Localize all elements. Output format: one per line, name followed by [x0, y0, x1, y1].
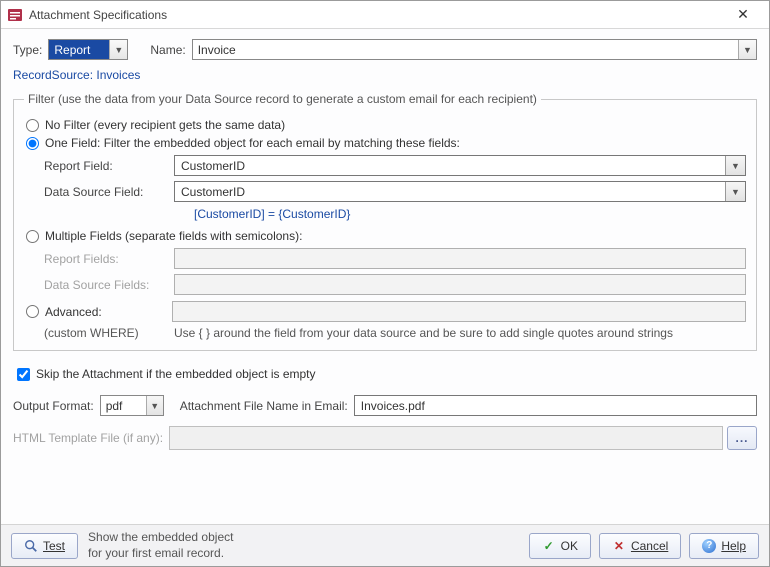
test-button[interactable]: Test: [11, 533, 78, 559]
radio-onefield-row: One Field: Filter the embedded object fo…: [24, 136, 746, 150]
type-label: Type:: [13, 43, 42, 57]
help-button[interactable]: ? Help: [689, 533, 759, 559]
chevron-down-icon[interactable]: ▼: [109, 40, 127, 59]
magnifier-icon: [24, 539, 38, 553]
filter-group: Filter (use the data from your Data Sour…: [13, 92, 757, 351]
footer-bar: Test Show the embedded object for your f…: [1, 524, 769, 566]
data-source-field-label: Data Source Field:: [44, 185, 174, 199]
app-icon: [7, 7, 23, 23]
html-template-input[interactable]: [169, 426, 723, 450]
data-source-fields-input[interactable]: [174, 274, 746, 295]
output-format-label: Output Format:: [13, 399, 94, 413]
recordsource-label: RecordSource: Invoices: [13, 68, 757, 82]
filename-label: Attachment File Name in Email:: [180, 399, 348, 413]
type-name-row: Type: Report ▼ Name: Invoice ▼: [13, 39, 757, 60]
cancel-button[interactable]: Cancel: [599, 533, 681, 559]
data-source-fields-label: Data Source Fields:: [44, 278, 174, 292]
html-template-label: HTML Template File (if any):: [13, 431, 163, 445]
radio-multiple-label: Multiple Fields (separate fields with se…: [45, 229, 302, 243]
radio-onefield-label: One Field: Filter the embedded object fo…: [45, 136, 460, 150]
report-field-label: Report Field:: [44, 159, 174, 173]
filename-input[interactable]: Invoices.pdf: [354, 395, 757, 416]
report-field-value: CustomerID: [175, 156, 725, 175]
filter-expression: [CustomerID] = {CustomerID}: [194, 207, 746, 221]
filter-legend: Filter (use the data from your Data Sour…: [24, 92, 541, 106]
help-icon: ?: [702, 539, 716, 553]
name-value: Invoice: [193, 40, 738, 59]
report-field-combo[interactable]: CustomerID ▼: [174, 155, 746, 176]
name-combo[interactable]: Invoice ▼: [192, 39, 757, 60]
data-source-field-value: CustomerID: [175, 182, 725, 201]
html-template-row: HTML Template File (if any): ...: [13, 426, 757, 450]
content-area: Type: Report ▼ Name: Invoice ▼ RecordSou…: [1, 29, 769, 524]
radio-nofilter-label: No Filter (every recipient gets the same…: [45, 118, 285, 132]
advanced-input[interactable]: [172, 301, 746, 322]
report-fields-input[interactable]: [174, 248, 746, 269]
window-title: Attachment Specifications: [29, 8, 723, 22]
skip-row: Skip the Attachment if the embedded obje…: [17, 367, 757, 381]
dialog-window: Attachment Specifications ✕ Type: Report…: [0, 0, 770, 567]
chevron-down-icon[interactable]: ▼: [725, 156, 745, 175]
type-value: Report: [49, 40, 109, 59]
type-combo[interactable]: Report ▼: [48, 39, 128, 60]
x-icon: [612, 539, 626, 553]
title-bar: Attachment Specifications ✕: [1, 1, 769, 29]
radio-onefield[interactable]: [26, 137, 39, 150]
cancel-label: Cancel: [631, 539, 668, 553]
ok-label: OK: [561, 539, 578, 553]
skip-label: Skip the Attachment if the embedded obje…: [36, 367, 316, 381]
test-hint: Show the embedded object for your first …: [88, 530, 233, 561]
radio-multiple-row: Multiple Fields (separate fields with se…: [24, 229, 746, 243]
report-fields-label: Report Fields:: [44, 252, 174, 266]
radio-advanced[interactable]: [26, 305, 39, 318]
radio-nofilter-row: No Filter (every recipient gets the same…: [24, 118, 746, 132]
radio-advanced-row: Advanced:: [24, 301, 746, 322]
radio-multiple[interactable]: [26, 230, 39, 243]
output-format-combo[interactable]: pdf ▼: [100, 395, 164, 416]
test-label: Test: [43, 539, 65, 553]
output-format-value: pdf: [101, 396, 146, 415]
name-label: Name:: [150, 43, 185, 57]
ok-button[interactable]: OK: [529, 533, 591, 559]
onefield-sub: Report Field: CustomerID ▼ Data Source F…: [44, 155, 746, 221]
chevron-down-icon[interactable]: ▼: [725, 182, 745, 201]
help-label: Help: [721, 539, 746, 553]
skip-checkbox[interactable]: [17, 368, 30, 381]
chevron-down-icon[interactable]: ▼: [738, 40, 756, 59]
multiple-sub: Report Fields: Data Source Fields:: [44, 248, 746, 295]
check-icon: [542, 539, 556, 553]
radio-nofilter[interactable]: [26, 119, 39, 132]
advanced-hint: Use { } around the field from your data …: [174, 326, 746, 340]
radio-advanced-label: Advanced:: [45, 305, 102, 319]
browse-button[interactable]: ...: [727, 426, 757, 450]
close-button[interactable]: ✕: [723, 3, 763, 27]
chevron-down-icon[interactable]: ▼: [146, 396, 163, 415]
output-row: Output Format: pdf ▼ Attachment File Nam…: [13, 395, 757, 416]
data-source-field-combo[interactable]: CustomerID ▼: [174, 181, 746, 202]
